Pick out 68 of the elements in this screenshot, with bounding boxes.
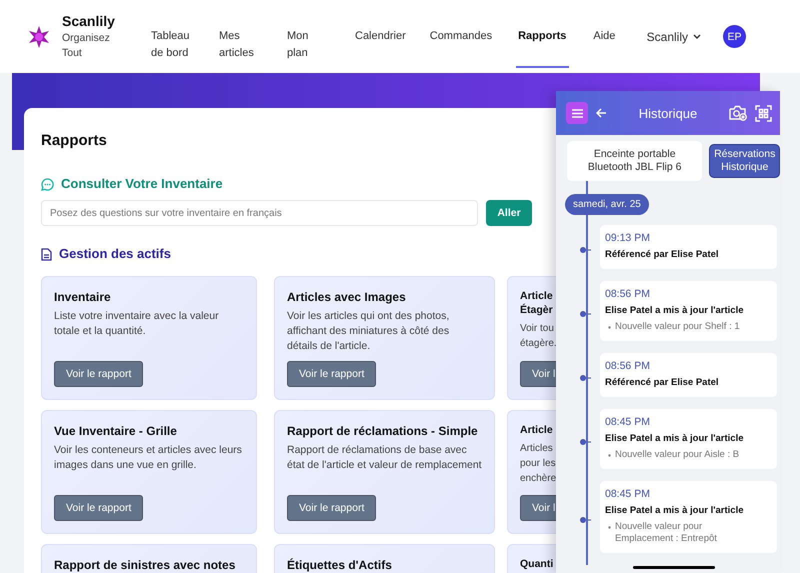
star-logo-icon (28, 26, 50, 48)
timeline-dot-icon (580, 517, 592, 523)
user-avatar[interactable]: EP (723, 25, 746, 48)
timeline-dot-icon (580, 375, 592, 381)
back-arrow-icon[interactable] (596, 108, 607, 118)
item-name: Enceinte portable Bluetooth JBL Flip 6 (567, 141, 702, 181)
card-title: Rapport de sinistres avec notes (54, 557, 236, 573)
event-time: 08:45 PM (605, 415, 651, 429)
card-description: Articles pour les enchère (520, 442, 556, 486)
view-report-button[interactable]: Voir l (520, 361, 556, 387)
panel-title: Historique (638, 106, 698, 120)
brand-tagline: Organisez Tout (62, 30, 111, 60)
card-description: Rapport de réclamations de base avec état de l'article et valeur de remplacement (287, 443, 482, 473)
event-text: Référencé par Elise Patel (605, 377, 720, 389)
nav-link[interactable]: Rapports (516, 0, 570, 68)
timeline-dot-icon (580, 311, 592, 317)
view-report-button[interactable]: Voir l (520, 495, 556, 521)
event-time: 09:13 PM (605, 231, 651, 245)
account-menu[interactable]: Scanlily (646, 30, 701, 44)
event-text: Elise Patel a mis à jour l'article (605, 305, 744, 317)
nav-link[interactable]: Aide (593, 0, 616, 68)
card-title: Inventaire (54, 289, 112, 305)
date-pill: samedi, avr. 25 (565, 194, 649, 215)
camera-plus-icon[interactable] (729, 105, 747, 121)
event-detail: Nouvelle valeur pour Emplacement : Entrepôt (615, 521, 718, 545)
card-description: Voir les articles qui ont des photos, affichant des miniatures à côté des détails de l'article. (287, 309, 450, 354)
card-description: Voir tou étagère. (520, 322, 556, 351)
reservations-history-button[interactable]: Réservations Historique (709, 144, 780, 178)
event-text: Elise Patel a mis à jour l'article (605, 433, 744, 445)
brand-name: Scanlily (62, 12, 115, 28)
nav-link[interactable]: Mes articles (219, 0, 263, 68)
event-detail: Nouvelle valeur pour Shelf : 1 (615, 321, 740, 333)
section-heading: Gestion des actifs (59, 246, 171, 262)
card-description: Liste votre inventaire avec la valeur totale et la quantité. (54, 309, 220, 339)
question-input[interactable]: Posez des questions sur votre inventaire en français (41, 200, 478, 226)
page-title: Rapports (41, 132, 108, 150)
chat-bubble-icon (41, 178, 54, 190)
event-time: 08:45 PM (605, 487, 651, 501)
event-text: Référencé par Elise Patel (605, 249, 720, 261)
card-title: Quanti (520, 557, 554, 571)
timeline-dot-icon (580, 247, 592, 253)
document-icon (41, 248, 52, 260)
card-title: Rapport de réclamations - Simple (287, 423, 479, 439)
scan-icon[interactable] (755, 104, 772, 122)
nav-link[interactable]: Tableau de bord (151, 0, 195, 68)
card-title: Article Étagèr (520, 289, 554, 317)
nav-link[interactable]: Mon plan (287, 0, 331, 68)
chevron-down-icon (693, 34, 701, 40)
view-report-button[interactable]: Voir le rapport (287, 361, 376, 387)
view-report-button[interactable]: Voir le rapport (287, 495, 376, 521)
card-description: Voir les conteneurs et articles avec leurs images dans une vue en grille. (54, 443, 243, 473)
section-heading: Consulter Votre Inventaire (61, 176, 223, 192)
menu-button[interactable] (566, 102, 588, 124)
go-button[interactable]: Aller (486, 200, 532, 226)
card-title: Étiquettes d'Actifs (287, 557, 393, 573)
event-time: 08:56 PM (605, 287, 651, 301)
menu-icon (572, 108, 582, 118)
event-detail: Nouvelle valeur pour Aisle : B (615, 449, 740, 461)
timeline-dot-icon (580, 439, 592, 445)
event-text: Elise Patel a mis à jour l'article (605, 505, 744, 517)
view-report-button[interactable]: Voir le rapport (54, 495, 144, 521)
card-title: Articles avec Images (287, 289, 407, 305)
event-time: 08:56 PM (605, 359, 651, 373)
nav-link[interactable]: Commandes (430, 0, 492, 68)
card-title: Article (520, 423, 554, 437)
card-title: Vue Inventaire - Grille (54, 423, 178, 439)
view-report-button[interactable]: Voir le rapport (54, 361, 144, 387)
nav-link[interactable]: Calendrier (355, 0, 406, 68)
